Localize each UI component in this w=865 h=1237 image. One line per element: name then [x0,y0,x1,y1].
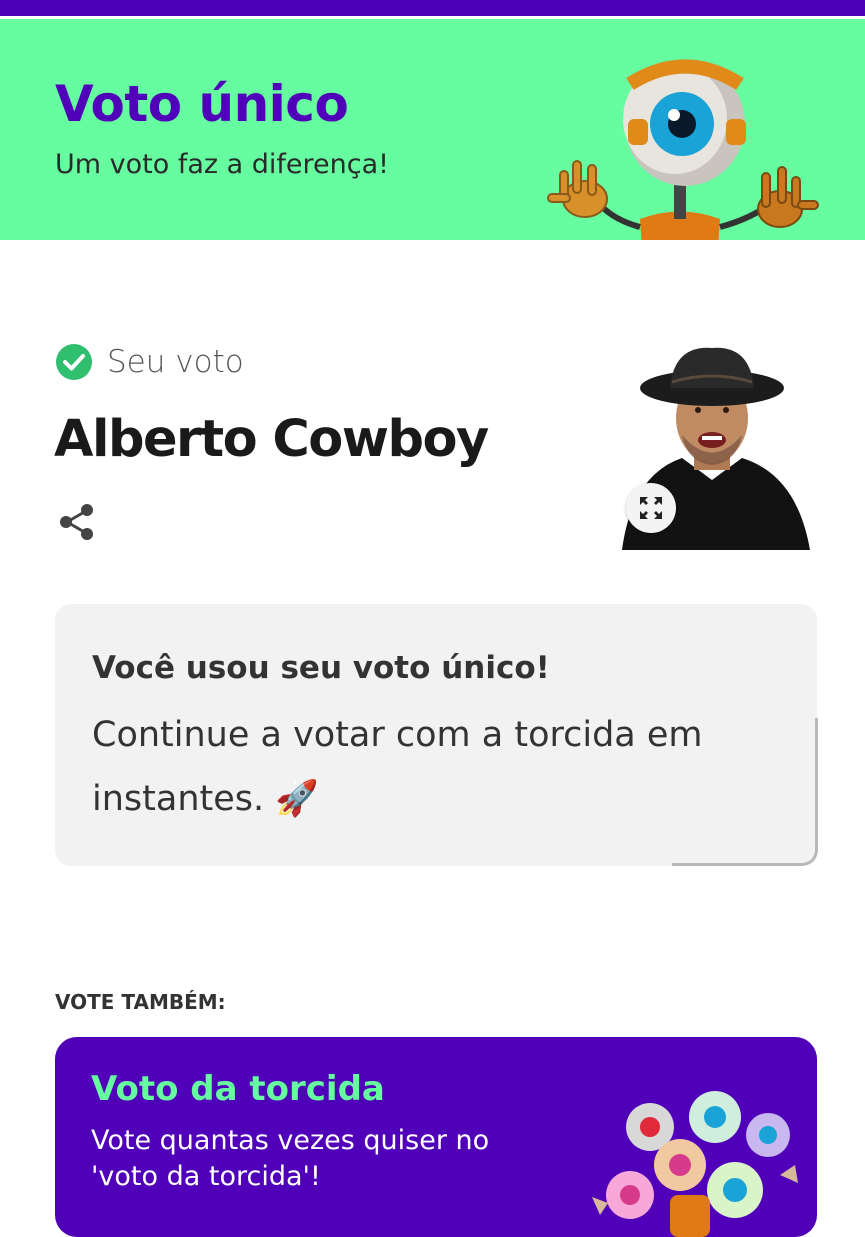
crowd-vote-text: Vote quantas vezes quiser no 'voto da to… [91,1125,490,1192]
crowd-vote-title: Voto da torcida [91,1069,385,1109]
candidate-name: Alberto Cowboy [54,410,489,469]
expand-icon [640,497,662,519]
notice-corner-shadow [672,718,818,866]
share-icon[interactable] [57,502,97,542]
vote-status-label: Seu voto [107,344,244,380]
notice-title: Você usou seu voto único! [92,650,550,686]
expand-photo-button[interactable] [626,483,676,533]
hero-banner: Voto único Um voto faz a diferença! [0,19,865,240]
page-title: Voto único [55,75,349,133]
vote-also-heading: VOTE TAMBÉM: [55,990,226,1014]
page-subtitle: Um voto faz a diferença! [55,149,389,180]
top-bar [0,0,865,16]
vote-status: Seu voto [55,343,244,381]
crowd-vote-card[interactable]: Voto da torcida Vote quantas vezes quise… [55,1037,817,1237]
eye-mascot-icon [547,59,819,240]
check-circle-icon [56,344,92,380]
eye-mascot-group-icon [592,1091,798,1237]
